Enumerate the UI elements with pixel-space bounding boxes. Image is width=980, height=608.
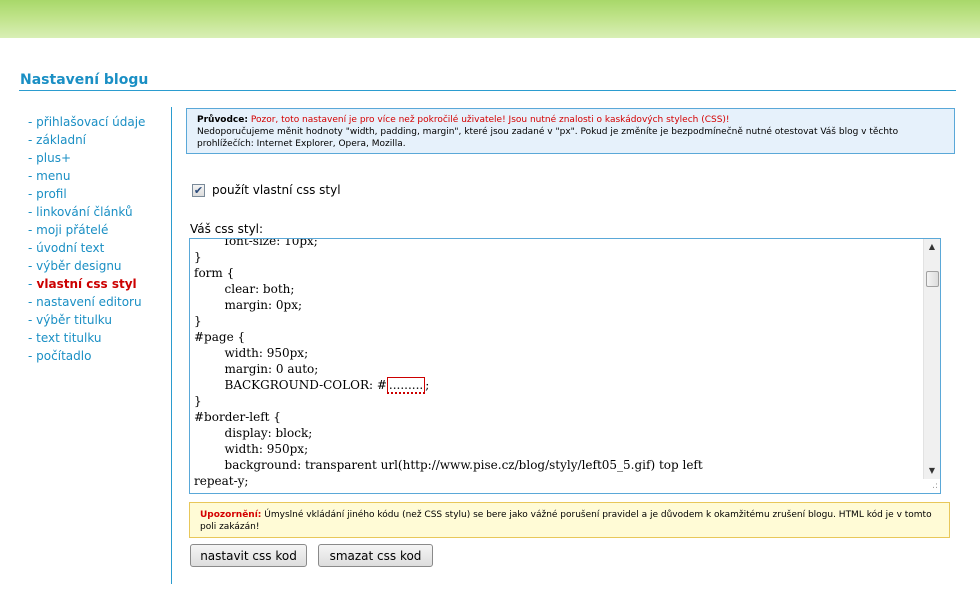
sidebar-item-editor-settings[interactable]: - nastavení editoru: [28, 293, 168, 311]
sidebar-item-label: nastavení editoru: [36, 295, 142, 309]
top-banner: [0, 0, 980, 38]
sidebar-item-label: vlastní css styl: [36, 277, 137, 291]
sidebar-item-custom-css[interactable]: - vlastní css styl: [28, 275, 168, 293]
notice-text: Úmyslné vkládání jiného kódu (než CSS st…: [200, 510, 932, 532]
sidebar-dash: -: [28, 169, 33, 183]
sidebar-dash: -: [28, 151, 33, 165]
css-editor[interactable]: font-size: 10px; } form { clear: both; m…: [189, 238, 941, 494]
notice-label: Upozornění:: [200, 510, 262, 520]
settings-sidebar: - přihlašovací údaje - základní - plus+ …: [28, 113, 168, 365]
sidebar-item-intro-text[interactable]: - úvodní text: [28, 239, 168, 257]
sidebar-dash: -: [28, 115, 33, 129]
sidebar-dash: -: [28, 277, 33, 291]
sidebar-item-plus[interactable]: - plus+: [28, 149, 168, 167]
delete-css-button[interactable]: smazat css kod: [318, 544, 433, 567]
sidebar-item-label: počítadlo: [36, 349, 92, 363]
sidebar-item-profile[interactable]: - profil: [28, 185, 168, 203]
sidebar-item-label: moji přátelé: [36, 223, 109, 237]
sidebar-item-label: přihlašovací údaje: [36, 115, 146, 129]
sidebar-item-label: text titulku: [36, 331, 102, 345]
sidebar-dash: -: [28, 313, 33, 327]
set-css-button[interactable]: nastavit css kod: [190, 544, 307, 567]
custom-css-checkbox[interactable]: ✔: [192, 183, 205, 197]
css-editor-label: Váš css styl:: [190, 222, 264, 236]
sidebar-item-label: výběr designu: [36, 259, 122, 273]
sidebar-dash: -: [28, 223, 33, 237]
guide-text: Nedoporučujeme měnit hodnoty "width, pad…: [197, 127, 899, 149]
sidebar-dash: -: [28, 133, 33, 147]
css-code-marked-value: .........: [386, 377, 426, 394]
sidebar-item-label: výběr titulku: [36, 313, 112, 327]
sidebar-item-article-linking[interactable]: - linkování článků: [28, 203, 168, 221]
title-divider: [19, 90, 956, 91]
sidebar-dash: -: [28, 187, 33, 201]
guide-warning: Pozor, toto nastavení je pro více než po…: [250, 115, 730, 125]
sidebar-dash: -: [28, 295, 33, 309]
custom-css-checkbox-label: použít vlastní css styl: [212, 183, 341, 197]
editor-scrollbar[interactable]: ▲ ▼: [923, 239, 940, 479]
sidebar-item-label: linkování článků: [36, 205, 133, 219]
scroll-thumb[interactable]: [926, 271, 939, 287]
sidebar-item-menu[interactable]: - menu: [28, 167, 168, 185]
sidebar-item-login[interactable]: - přihlašovací údaje: [28, 113, 168, 131]
guide-label: Průvodce:: [197, 115, 248, 125]
sidebar-item-label: plus+: [36, 151, 72, 165]
sidebar-dash: -: [28, 205, 33, 219]
sidebar-dash: -: [28, 331, 33, 345]
sidebar-divider: [171, 107, 172, 584]
custom-css-toggle[interactable]: ✔ použít vlastní css styl: [192, 183, 341, 197]
sidebar-item-title-select[interactable]: - výběr titulku: [28, 311, 168, 329]
page-title: Nastavení blogu: [20, 72, 149, 88]
sidebar-item-design[interactable]: - výběr designu: [28, 257, 168, 275]
css-code-before: font-size: 10px; } form { clear: both; m…: [194, 238, 387, 392]
sidebar-item-basic[interactable]: - základní: [28, 131, 168, 149]
scroll-up-icon[interactable]: ▲: [924, 239, 940, 255]
resize-grip-icon[interactable]: .:: [928, 481, 938, 491]
notice-box: Upozornění: Úmyslné vkládání jiného kódu…: [189, 502, 950, 538]
sidebar-item-friends[interactable]: - moji přátelé: [28, 221, 168, 239]
sidebar-item-title-text[interactable]: - text titulku: [28, 329, 168, 347]
sidebar-item-label: základní: [36, 133, 87, 147]
scroll-down-icon[interactable]: ▼: [924, 463, 940, 479]
sidebar-item-label: menu: [36, 169, 71, 183]
sidebar-item-label: profil: [36, 187, 67, 201]
sidebar-item-label: úvodní text: [36, 241, 105, 255]
sidebar-dash: -: [28, 241, 33, 255]
css-code[interactable]: font-size: 10px; } form { clear: both; m…: [194, 238, 924, 489]
sidebar-dash: -: [28, 259, 33, 273]
sidebar-dash: -: [28, 349, 33, 363]
sidebar-item-counter[interactable]: - počítadlo: [28, 347, 168, 365]
guide-box: Průvodce: Pozor, toto nastavení je pro v…: [186, 108, 955, 154]
css-code-after: ; } #border-left { display: block; width…: [194, 378, 703, 488]
